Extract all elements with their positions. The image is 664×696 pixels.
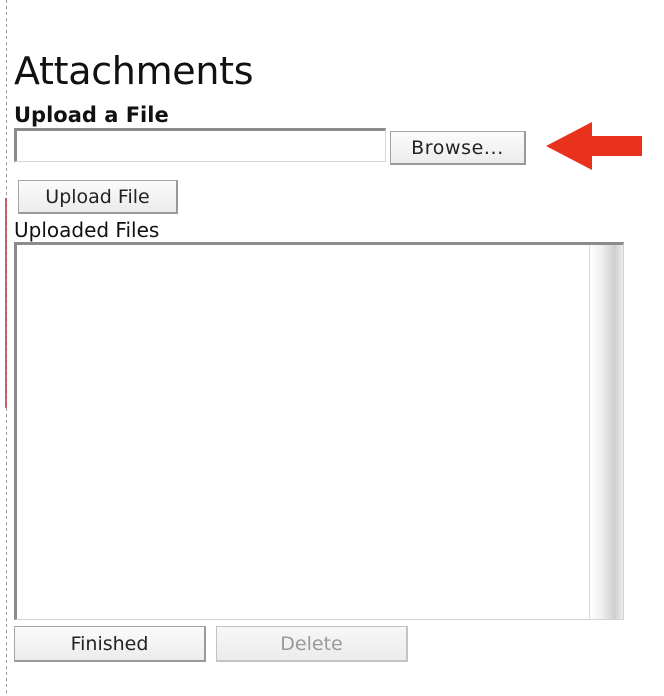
delete-button: Delete (216, 626, 408, 662)
finished-button[interactable]: Finished (14, 626, 206, 662)
left-edge-red-mark (5, 198, 7, 408)
browse-button[interactable]: Browse... (390, 131, 526, 165)
files-list-scrollbar[interactable] (589, 245, 623, 619)
upload-section-label: Upload a File (14, 103, 169, 127)
arrow-left-icon (546, 122, 642, 170)
uploaded-files-list[interactable] (14, 242, 624, 620)
uploaded-files-label: Uploaded Files (14, 218, 160, 242)
file-path-input[interactable] (14, 128, 386, 162)
upload-file-button[interactable]: Upload File (18, 180, 178, 214)
page-title: Attachments (14, 49, 254, 93)
